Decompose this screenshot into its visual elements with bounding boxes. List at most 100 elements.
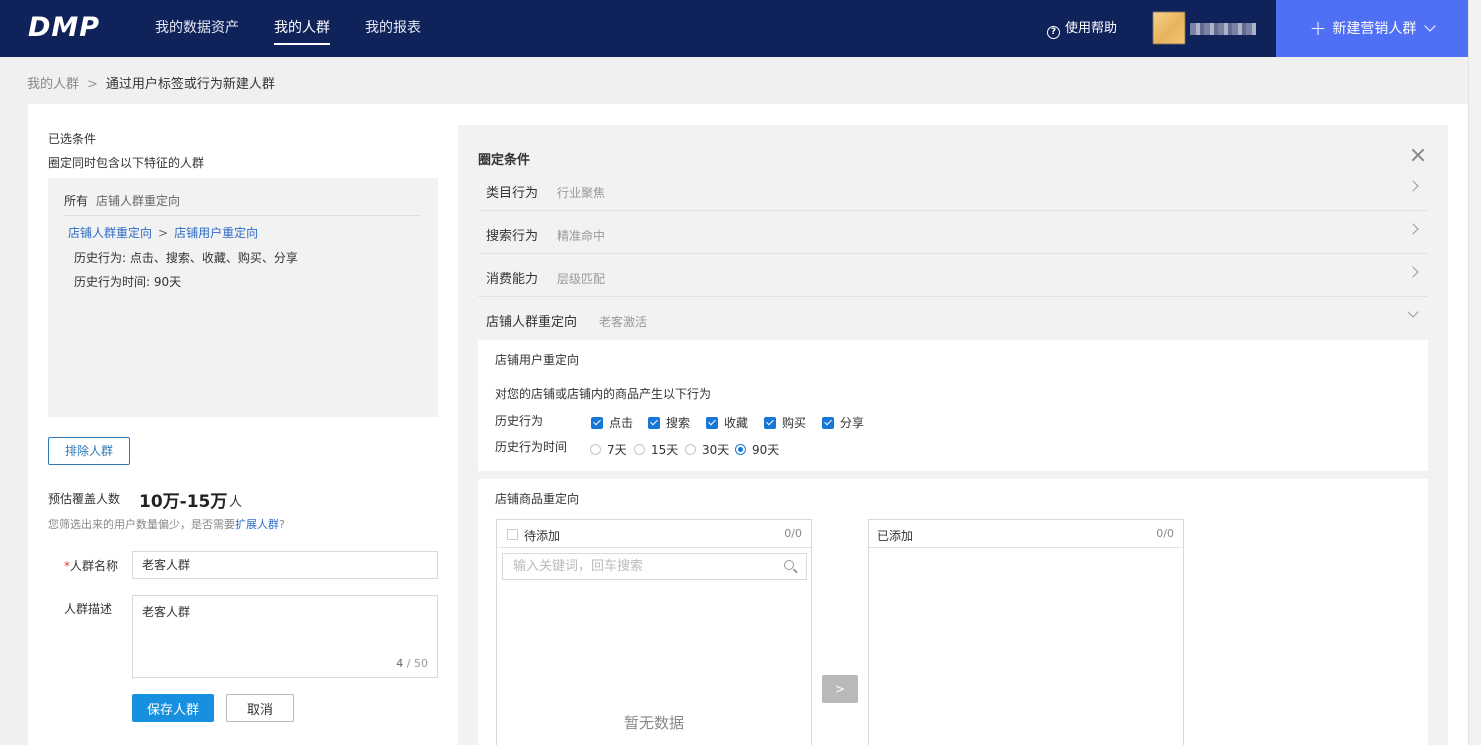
checkbox-share[interactable]: 分享 [822, 414, 864, 431]
cancel-button[interactable]: 取消 [226, 694, 294, 722]
search-placeholder: 输入关键词，回车搜索 [513, 559, 644, 574]
help-label: 使用帮助 [1065, 21, 1118, 36]
checkbox-label: 收藏 [724, 416, 749, 430]
condition-behavior: 历史行为: 点击、搜索、收藏、购买、分享 [74, 251, 298, 265]
avatar[interactable] [1153, 12, 1185, 44]
username-blurred[interactable] [1190, 23, 1256, 35]
radio-label: 15天 [651, 443, 679, 457]
save-audience-button[interactable]: 保存人群 [132, 694, 214, 722]
audience-name-label: *人群名称 [54, 557, 118, 574]
expand-audience-link[interactable]: 扩展人群 [235, 518, 279, 531]
row-consumption-ability[interactable]: 消费能力 层级匹配 [478, 254, 1428, 297]
move-right-button[interactable]: > [822, 675, 858, 703]
char-counter: 4 / 50 [396, 657, 428, 670]
checkbox-search[interactable]: 搜索 [648, 414, 690, 431]
condition-all-label: 所有 [64, 194, 89, 208]
page-scrollbar[interactable] [1468, 0, 1481, 745]
row-desc: 老客激活 [599, 315, 648, 329]
selected-conditions-subtitle: 圈定同时包含以下特征的人群 [48, 156, 205, 170]
row-desc: 精准命中 [557, 229, 606, 243]
audience-desc-textarea[interactable]: 老客人群 4 / 50 [132, 595, 438, 678]
close-icon[interactable] [1411, 148, 1425, 162]
radio-label: 90天 [752, 443, 780, 457]
radio-icon [685, 444, 696, 455]
empty-state: 暂无数据 [623, 714, 684, 732]
conditions-panel-title: 圈定条件 [478, 153, 531, 168]
audience-desc-label: 人群描述 [63, 602, 112, 616]
checkbox-checked-icon [764, 416, 776, 429]
radio-selected-icon [735, 444, 746, 455]
condition-header: 所有 店铺人群重定向 [64, 192, 180, 209]
pending-count: 0/0 [784, 527, 802, 540]
added-list-title: 已添加 [877, 529, 914, 543]
radio-30-days[interactable]: 30天 [685, 441, 729, 458]
selected-conditions-box: 所有 店铺人群重定向 店铺人群重定向 > 店铺用户重定向 历史行为: 点击、搜索、收藏… [48, 178, 438, 417]
nav-my-data-assets[interactable]: 我的数据资产 [155, 0, 239, 57]
checkbox-purchase[interactable]: 购买 [764, 414, 806, 431]
section-desc: 对您的店铺或店铺内的商品产生以下行为 [495, 387, 712, 401]
nav-my-reports[interactable]: 我的报表 [365, 0, 421, 57]
select-all-checkbox[interactable] [507, 529, 518, 540]
checkbox-click[interactable]: 点击 [591, 414, 633, 431]
radio-icon [590, 444, 601, 455]
pending-list-header: 待添加 0/0 [497, 520, 811, 548]
section-title: 店铺用户重定向 [495, 353, 580, 367]
radio-15-days[interactable]: 15天 [634, 441, 678, 458]
estimate-hint-end: ? [279, 518, 285, 531]
help-link[interactable]: ? 使用帮助 [1047, 0, 1117, 57]
main-nav: 我的数据资产 我的人群 我的报表 [155, 0, 456, 57]
char-count: 4 [396, 657, 404, 670]
estimate-label: 预估覆盖人数 [48, 492, 121, 506]
checkbox-label: 分享 [840, 416, 865, 430]
row-desc: 行业聚焦 [557, 186, 606, 200]
condition-path-parent[interactable]: 店铺人群重定向 [68, 226, 152, 240]
behavior-time-label: 历史行为时间 [495, 440, 568, 454]
radio-90-days[interactable]: 90天 [735, 441, 779, 458]
condition-behavior-time: 历史行为时间: 90天 [74, 275, 182, 289]
row-category-behavior[interactable]: 类目行为 行业聚焦 [478, 168, 1428, 211]
checkbox-checked-icon [706, 416, 718, 429]
checkbox-favorite[interactable]: 收藏 [706, 414, 748, 431]
new-audience-label: 新建营销人群 [1332, 21, 1417, 37]
estimate-hint: 您筛选出来的用户数量偏少，是否需要扩展人群? [48, 516, 285, 532]
condition-tag: 店铺人群重定向 [96, 194, 181, 208]
chevron-right-icon [1407, 180, 1419, 192]
breadcrumb-separator: > [87, 77, 98, 92]
exclude-audience-button[interactable]: 排除人群 [48, 437, 130, 465]
plus-icon: + [1309, 16, 1327, 40]
added-list-header: 已添加 0/0 [869, 520, 1183, 548]
new-audience-button[interactable]: + 新建营销人群 [1276, 0, 1468, 57]
pending-list: 待添加 0/0 输入关键词，回车搜索 暂无数据 [496, 519, 812, 745]
estimate-unit: 人 [229, 495, 243, 510]
search-icon[interactable] [784, 560, 794, 570]
chevron-down-icon [1424, 20, 1437, 32]
checkbox-checked-icon [591, 416, 603, 429]
row-store-retarget[interactable]: 店铺人群重定向 老客激活 [478, 297, 1428, 340]
question-circle-icon: ? [1047, 26, 1060, 39]
goods-search-input[interactable]: 输入关键词，回车搜索 [502, 553, 807, 580]
radio-7-days[interactable]: 7天 [590, 441, 627, 458]
chevron-right-icon [1407, 223, 1419, 235]
estimate-value: 10万-15万 [139, 492, 228, 512]
checkbox-checked-icon [822, 416, 834, 429]
dmp-logo[interactable]: DMP [28, 12, 100, 43]
chevron-down-icon [1407, 306, 1419, 318]
nav-my-audiences[interactable]: 我的人群 [274, 0, 330, 57]
char-max: / 50 [406, 657, 428, 670]
row-name: 搜索行为 [486, 229, 539, 244]
added-list: 已添加 0/0 [868, 519, 1184, 745]
audience-name-input[interactable]: 老客人群 [132, 551, 438, 579]
checkbox-checked-icon [648, 416, 660, 429]
row-name: 店铺人群重定向 [486, 315, 578, 330]
radio-icon [634, 444, 645, 455]
selected-conditions-title: 已选条件 [48, 132, 97, 146]
condition-path-child[interactable]: 店铺用户重定向 [174, 226, 258, 240]
store-user-retarget-section: 店铺用户重定向 对您的店铺或店铺内的商品产生以下行为 历史行为 点击 搜索 收藏… [478, 340, 1428, 471]
breadcrumb-parent[interactable]: 我的人群 [27, 77, 79, 92]
row-search-behavior[interactable]: 搜索行为 精准命中 [478, 211, 1428, 254]
radio-label: 7天 [607, 443, 627, 457]
checkbox-label: 购买 [782, 416, 807, 430]
section-title: 店铺商品重定向 [495, 492, 580, 506]
audience-desc-value: 老客人群 [142, 605, 191, 619]
breadcrumb: 我的人群 > 通过用户标签或行为新建人群 [27, 73, 275, 92]
